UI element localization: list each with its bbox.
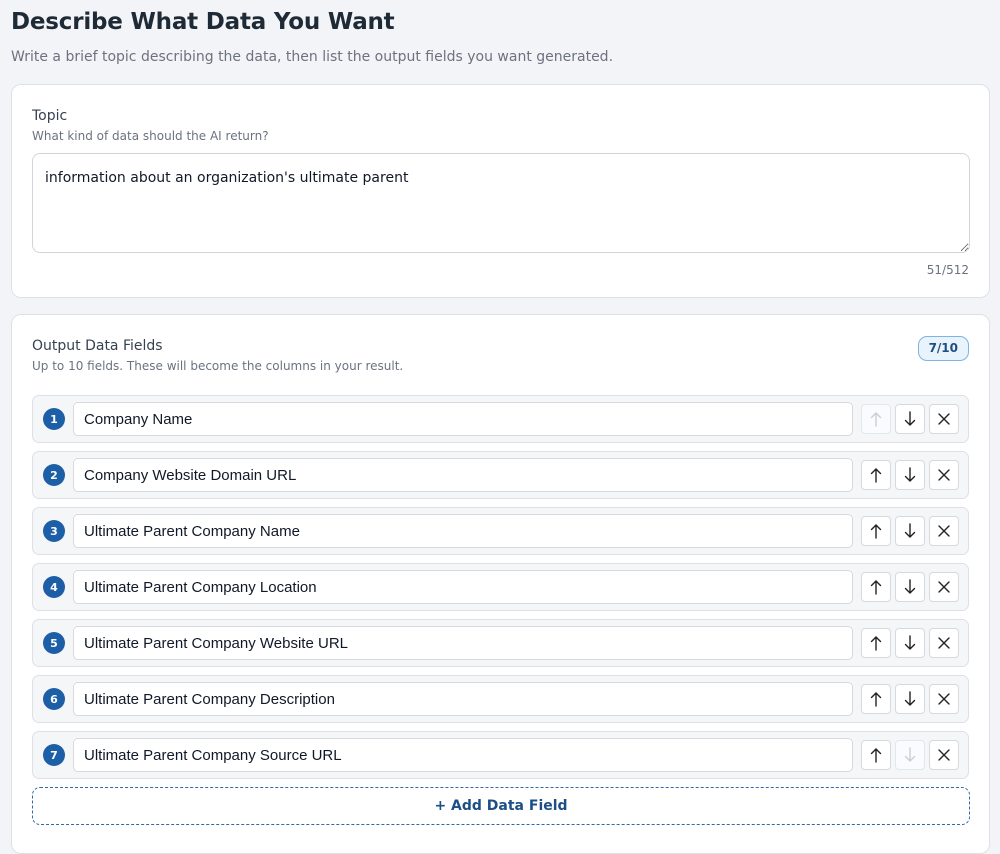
topic-char-count: 51/512: [926, 263, 969, 277]
arrow-down-icon: [904, 579, 916, 594]
move-up-button[interactable]: [861, 684, 891, 714]
output-fields-header: Output Data Fields Up to 10 fields. Thes…: [32, 336, 969, 374]
field-number-badge: 1: [43, 408, 65, 430]
arrow-down-icon: [904, 635, 916, 650]
close-icon: [938, 693, 950, 705]
close-icon: [938, 469, 950, 481]
add-data-field-button[interactable]: + Add Data Field: [32, 787, 970, 825]
page-subtitle: Write a brief topic describing the data,…: [11, 49, 614, 65]
arrow-up-icon: [870, 748, 882, 763]
output-fields-description: Up to 10 fields. These will become the c…: [32, 359, 404, 373]
field-name-input[interactable]: [73, 514, 853, 548]
remove-field-button[interactable]: [929, 516, 959, 546]
page-title: Describe What Data You Want: [11, 9, 395, 35]
arrow-down-icon: [904, 467, 916, 482]
move-down-button[interactable]: [895, 684, 925, 714]
move-down-button[interactable]: [895, 740, 925, 770]
arrow-down-icon: [904, 411, 916, 426]
field-number-badge: 3: [43, 520, 65, 542]
topic-input[interactable]: information about an organization's ulti…: [32, 153, 970, 253]
remove-field-button[interactable]: [929, 460, 959, 490]
field-row-actions: [861, 684, 959, 714]
remove-field-button[interactable]: [929, 572, 959, 602]
move-up-button[interactable]: [861, 628, 891, 658]
field-count-badge: 7/10: [917, 336, 969, 361]
field-row-actions: [861, 404, 959, 434]
field-row: 5: [32, 619, 969, 667]
field-row: 4: [32, 563, 969, 611]
field-row-actions: [861, 516, 959, 546]
field-name-input[interactable]: [73, 458, 853, 492]
arrow-up-icon: [870, 580, 882, 595]
field-number-badge: 2: [43, 464, 65, 486]
close-icon: [938, 581, 950, 593]
move-up-button[interactable]: [861, 572, 891, 602]
field-list: 1 2 3: [32, 395, 969, 779]
arrow-up-icon: [870, 636, 882, 651]
move-down-button[interactable]: [895, 460, 925, 490]
arrow-down-icon: [904, 747, 916, 762]
topic-label: Topic: [32, 108, 68, 124]
move-down-button[interactable]: [895, 404, 925, 434]
field-name-input[interactable]: [73, 682, 853, 716]
field-name-input[interactable]: [73, 402, 853, 436]
move-up-button[interactable]: [861, 404, 891, 434]
close-icon: [938, 637, 950, 649]
move-down-button[interactable]: [895, 628, 925, 658]
field-row: 6: [32, 675, 969, 723]
field-row-actions: [861, 740, 959, 770]
field-number-badge: 7: [43, 744, 65, 766]
field-row: 7: [32, 731, 969, 779]
move-up-button[interactable]: [861, 740, 891, 770]
close-icon: [938, 413, 950, 425]
arrow-up-icon: [870, 524, 882, 539]
topic-card: Topic What kind of data should the AI re…: [11, 84, 990, 298]
arrow-up-icon: [870, 412, 882, 427]
move-down-button[interactable]: [895, 572, 925, 602]
field-number-badge: 6: [43, 688, 65, 710]
remove-field-button[interactable]: [929, 404, 959, 434]
field-row-actions: [861, 628, 959, 658]
topic-description: What kind of data should the AI return?: [32, 129, 269, 143]
arrow-up-icon: [870, 692, 882, 707]
close-icon: [938, 749, 950, 761]
field-name-input[interactable]: [73, 738, 853, 772]
field-name-input[interactable]: [73, 570, 853, 604]
field-row: 2: [32, 451, 969, 499]
arrow-down-icon: [904, 523, 916, 538]
move-down-button[interactable]: [895, 516, 925, 546]
move-up-button[interactable]: [861, 516, 891, 546]
close-icon: [938, 525, 950, 537]
remove-field-button[interactable]: [929, 628, 959, 658]
arrow-up-icon: [870, 468, 882, 483]
field-row-actions: [861, 460, 959, 490]
field-row: 1: [32, 395, 969, 443]
field-name-input[interactable]: [73, 626, 853, 660]
output-fields-label: Output Data Fields: [32, 338, 163, 354]
remove-field-button[interactable]: [929, 740, 959, 770]
move-up-button[interactable]: [861, 460, 891, 490]
field-number-badge: 5: [43, 632, 65, 654]
field-row: 3: [32, 507, 969, 555]
output-fields-card: Output Data Fields Up to 10 fields. Thes…: [11, 314, 990, 854]
field-number-badge: 4: [43, 576, 65, 598]
page: Describe What Data You Want Write a brie…: [0, 0, 1000, 854]
field-row-actions: [861, 572, 959, 602]
arrow-down-icon: [904, 691, 916, 706]
remove-field-button[interactable]: [929, 684, 959, 714]
